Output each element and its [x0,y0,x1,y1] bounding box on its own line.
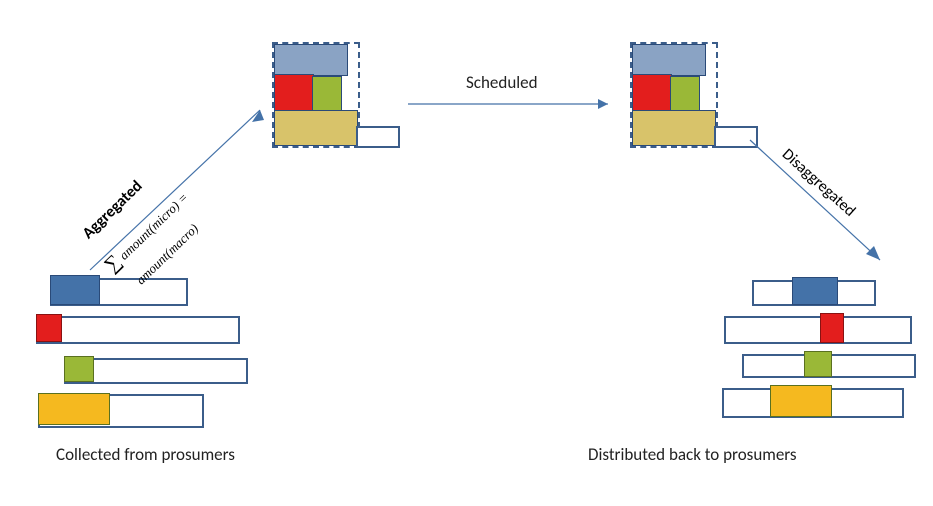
aggregated-stack-right [630,42,718,148]
stack-cell-orange [632,110,716,146]
stack-cell-red [632,74,672,112]
aggregated-stack-left [272,42,360,148]
distributed-label: Distributed back to prosumers [588,444,797,465]
collected-label: Collected from prosumers [56,444,235,465]
scheduled-arrow [408,94,618,114]
scheduled-label: Scheduled [466,72,538,93]
stack-left-sidebox [356,126,400,148]
disaggregated-arrow [740,130,900,280]
stack-cell-blue [274,44,348,76]
stack-cell-green [670,76,700,112]
stack-cell-green [312,76,342,112]
stack-cell-orange [274,110,358,146]
stack-cell-red [274,74,314,112]
stack-cell-blue [632,44,706,76]
